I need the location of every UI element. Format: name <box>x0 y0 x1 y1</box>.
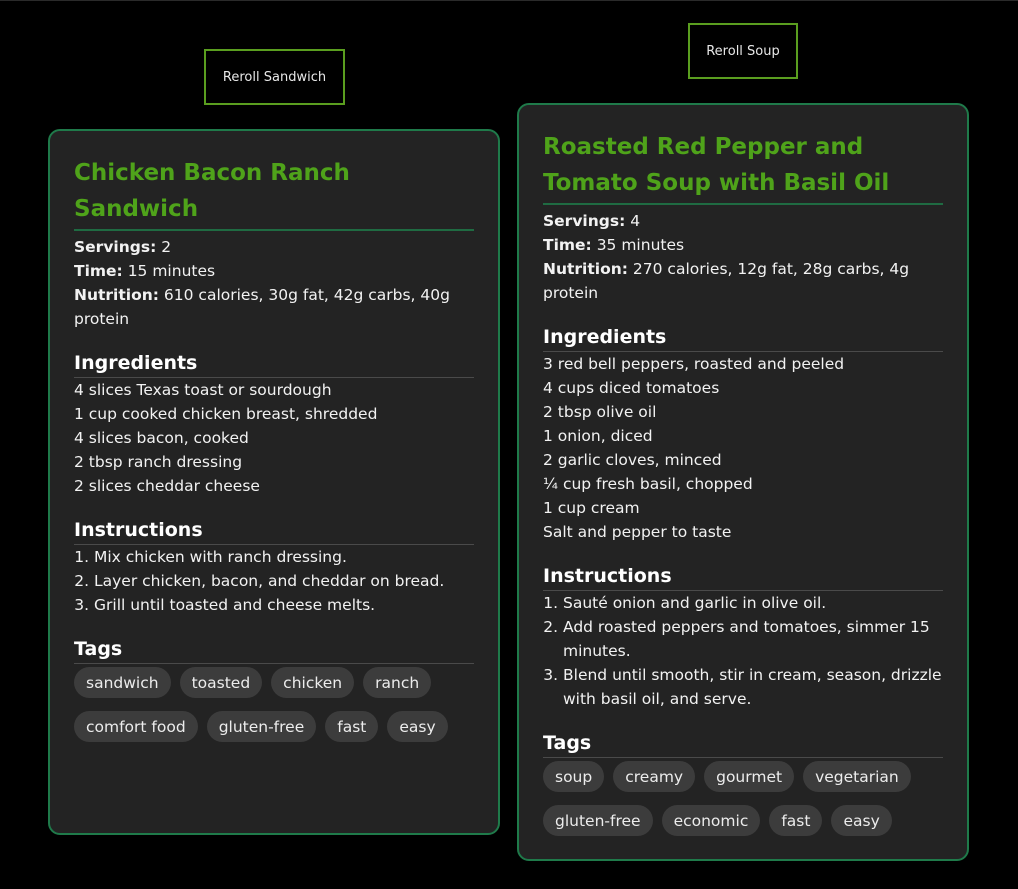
ingredient-item: ¼ cup fresh basil, chopped <box>543 475 753 493</box>
time-label: Time: <box>74 262 123 280</box>
time-row: Time: 35 minutes <box>543 233 943 257</box>
instructions-list: Mix chicken with ranch dressing. Layer c… <box>74 545 474 617</box>
instruction-step: Add roasted peppers and tomatoes, simmer… <box>563 615 943 663</box>
recipe-card-sandwich: Chicken Bacon Ranch Sandwich Servings: 2… <box>48 129 500 835</box>
ingredients-list: 3 red bell peppers, roasted and peeled 4… <box>543 352 943 544</box>
servings-label: Servings: <box>543 212 626 230</box>
tag-gluten-free[interactable]: gluten-free <box>543 805 653 836</box>
instruction-step: Sauté onion and garlic in olive oil. <box>563 591 943 615</box>
tag-soup[interactable]: soup <box>543 761 605 792</box>
ingredient-item: 1 cup cooked chicken breast, shredded <box>74 405 378 423</box>
instruction-step: Blend until smooth, stir in cream, seaso… <box>563 663 943 711</box>
ingredient-item: 1 cup cream <box>543 499 640 517</box>
ingredient-item: 2 slices cheddar cheese <box>74 477 260 495</box>
ingredient-item: 4 cups diced tomatoes <box>543 379 720 397</box>
tags-heading: Tags <box>543 729 943 758</box>
tag-easy[interactable]: easy <box>831 805 892 836</box>
instruction-step: Grill until toasted and cheese melts. <box>94 593 474 617</box>
servings-label: Servings: <box>74 238 157 256</box>
ingredient-item: 3 red bell peppers, roasted and peeled <box>543 355 845 373</box>
ingredients-list: 4 slices Texas toast or sourdough 1 cup … <box>74 378 474 498</box>
nutrition-row: Nutrition: 270 calories, 12g fat, 28g ca… <box>543 257 943 305</box>
top-divider <box>0 0 1018 1</box>
ingredient-item: Salt and pepper to taste <box>543 523 732 541</box>
time-value: 15 minutes <box>127 262 216 280</box>
tag-easy[interactable]: easy <box>387 711 448 742</box>
time-label: Time: <box>543 236 592 254</box>
ingredients-heading: Ingredients <box>74 349 474 378</box>
tag-vegetarian[interactable]: vegetarian <box>803 761 911 792</box>
ingredient-item: 4 slices bacon, cooked <box>74 429 249 447</box>
reroll-soup-button[interactable]: Reroll Soup <box>688 23 798 79</box>
nutrition-row: Nutrition: 610 calories, 30g fat, 42g ca… <box>74 283 474 331</box>
nutrition-label: Nutrition: <box>74 286 159 304</box>
recipe-card-soup: Roasted Red Pepper and Tomato Soup with … <box>517 103 969 861</box>
tag-sandwich[interactable]: sandwich <box>74 667 171 698</box>
tag-fast[interactable]: fast <box>325 711 379 742</box>
instruction-step: Layer chicken, bacon, and cheddar on bre… <box>94 569 474 593</box>
tag-ranch[interactable]: ranch <box>363 667 432 698</box>
tag-gluten-free[interactable]: gluten-free <box>206 711 317 742</box>
ingredient-item: 2 tbsp ranch dressing <box>74 453 243 471</box>
recipe-meta: Servings: 2 Time: 15 minutes Nutrition: … <box>74 235 474 331</box>
servings-value: 2 <box>161 238 172 256</box>
time-row: Time: 15 minutes <box>74 259 474 283</box>
ingredient-item: 4 slices Texas toast or sourdough <box>74 381 332 399</box>
servings-row: Servings: 2 <box>74 235 474 259</box>
tag-list: sandwich toasted chicken ranch comfort f… <box>74 667 474 742</box>
tag-creamy[interactable]: creamy <box>613 761 696 792</box>
ingredients-heading: Ingredients <box>543 323 943 352</box>
instructions-list: Sauté onion and garlic in olive oil. Add… <box>543 591 943 711</box>
ingredient-item: 2 garlic cloves, minced <box>543 451 722 469</box>
tag-fast[interactable]: fast <box>769 805 823 836</box>
servings-row: Servings: 4 <box>543 209 943 233</box>
tag-chicken[interactable]: chicken <box>271 667 355 698</box>
time-value: 35 minutes <box>596 236 685 254</box>
tag-toasted[interactable]: toasted <box>179 667 263 698</box>
tag-comfort-food[interactable]: comfort food <box>74 711 198 742</box>
ingredient-item: 1 onion, diced <box>543 427 653 445</box>
instructions-heading: Instructions <box>74 516 474 545</box>
instruction-step: Mix chicken with ranch dressing. <box>94 545 474 569</box>
instructions-heading: Instructions <box>543 562 943 591</box>
servings-value: 4 <box>630 212 641 230</box>
recipe-meta: Servings: 4 Time: 35 minutes Nutrition: … <box>543 209 943 305</box>
reroll-sandwich-button[interactable]: Reroll Sandwich <box>204 49 345 105</box>
tag-economic[interactable]: economic <box>661 805 761 836</box>
recipe-title: Chicken Bacon Ranch Sandwich <box>74 155 474 231</box>
nutrition-label: Nutrition: <box>543 260 628 278</box>
tag-gourmet[interactable]: gourmet <box>704 761 795 792</box>
ingredient-item: 2 tbsp olive oil <box>543 403 657 421</box>
tag-list: soup creamy gourmet vegetarian gluten-fr… <box>543 761 943 836</box>
recipe-title: Roasted Red Pepper and Tomato Soup with … <box>543 129 943 205</box>
tags-heading: Tags <box>74 635 474 664</box>
